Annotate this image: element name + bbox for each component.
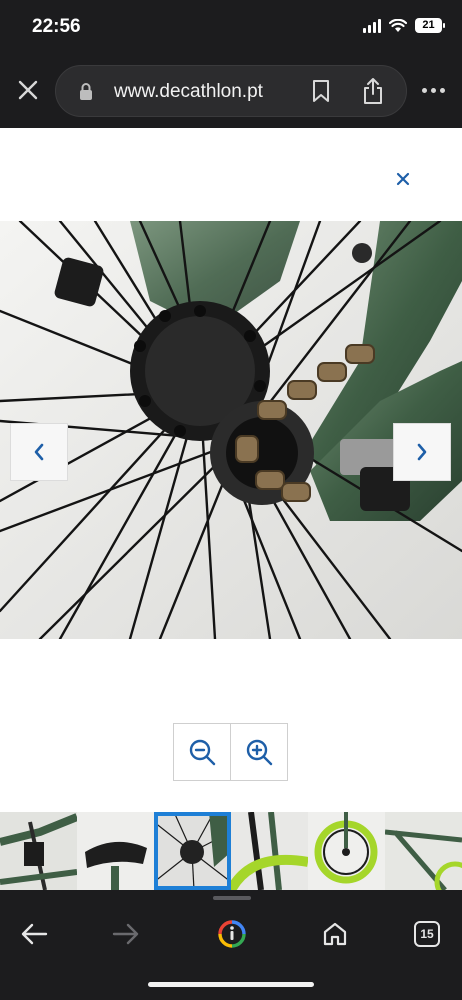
zoom-in-icon	[246, 739, 273, 766]
tabs-button[interactable]: 15	[409, 916, 445, 952]
status-bar: 22:56 21	[0, 0, 462, 56]
bottom-toolbar: 15	[0, 890, 462, 1000]
previous-image-button[interactable]	[10, 423, 68, 481]
address-bar[interactable]: www.decathlon.pt	[55, 65, 407, 117]
close-icon[interactable]	[14, 76, 42, 104]
zoom-in-button[interactable]	[230, 723, 288, 781]
next-image-button[interactable]	[393, 423, 451, 481]
drag-handle[interactable]	[213, 896, 251, 900]
thumbnail-5[interactable]	[308, 812, 385, 890]
thumbnail-3[interactable]	[154, 812, 231, 890]
gallery-close-icon[interactable]	[392, 168, 414, 190]
zoom-out-icon	[189, 739, 216, 766]
thumbnail-1[interactable]	[0, 812, 77, 890]
more-icon[interactable]	[422, 88, 445, 93]
status-time: 22:56	[32, 16, 81, 37]
zoom-controls	[173, 723, 288, 781]
home-indicator	[148, 982, 314, 987]
status-indicators: 21	[363, 18, 445, 33]
forward-arrow-icon[interactable]	[108, 916, 144, 952]
share-icon[interactable]	[362, 77, 384, 110]
chevron-right-icon	[417, 443, 427, 461]
lock-icon	[78, 82, 94, 107]
url-text: www.decathlon.pt	[114, 81, 263, 102]
zoom-out-button[interactable]	[173, 723, 231, 781]
battery-indicator: 21	[415, 18, 445, 33]
signal-icon	[363, 18, 381, 33]
wifi-icon	[389, 18, 407, 32]
home-icon[interactable]	[317, 916, 353, 952]
bookmark-icon[interactable]	[312, 79, 330, 108]
thumbnail-4[interactable]	[231, 812, 308, 890]
tab-count: 15	[414, 921, 440, 947]
back-arrow-icon[interactable]	[16, 916, 52, 952]
thumbnail-strip	[0, 812, 462, 890]
chevron-left-icon	[34, 443, 44, 461]
browser-toolbar: www.decathlon.pt	[0, 56, 462, 128]
thumbnail-6[interactable]	[385, 812, 462, 890]
google-icon[interactable]	[214, 916, 250, 952]
thumbnail-2[interactable]	[77, 812, 154, 890]
